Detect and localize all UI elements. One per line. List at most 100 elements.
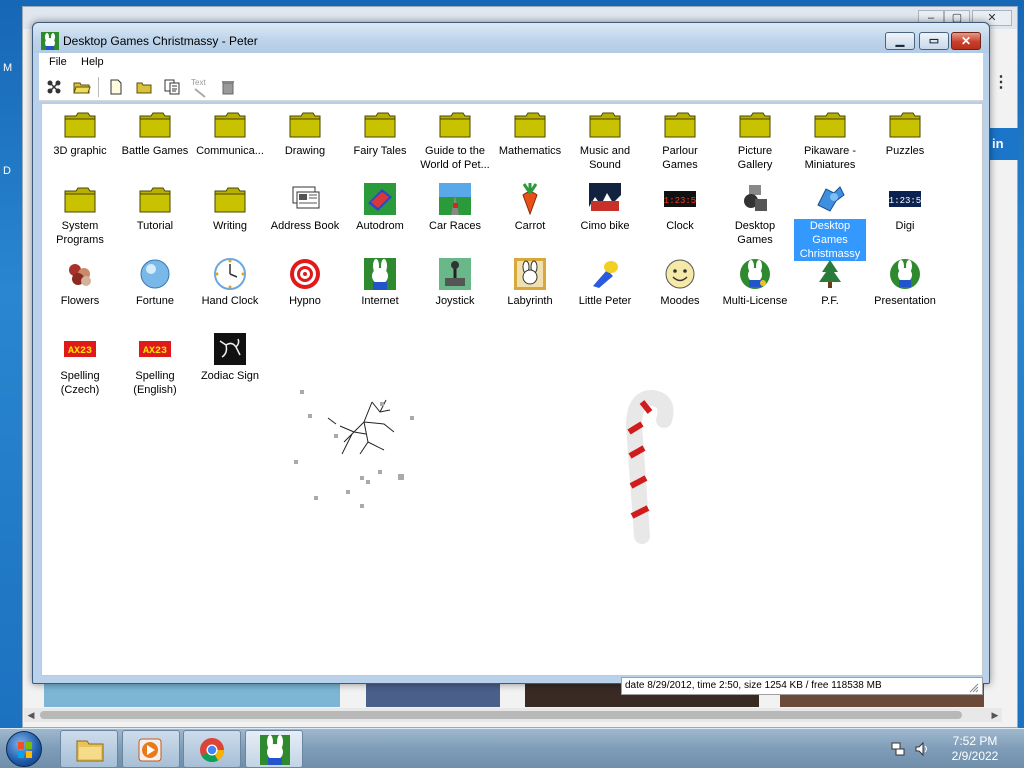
svg-text:11:23:51: 11:23:51 xyxy=(889,196,921,206)
taskbar-chrome[interactable] xyxy=(183,730,241,768)
icon-item-parlour-games[interactable]: Parlour Games xyxy=(644,108,716,172)
background-page-tab: in xyxy=(990,128,1018,160)
pf-tree-icon xyxy=(814,258,846,290)
folder-icon xyxy=(214,183,246,215)
media-player-icon xyxy=(138,738,162,762)
icon-item-fortune[interactable]: Fortune xyxy=(119,258,191,308)
icon-item-3d-graphic[interactable]: 3D graphic xyxy=(44,108,116,158)
icon-item-digi[interactable]: 11:23:51 Digi xyxy=(869,183,941,233)
flowers-icon xyxy=(64,258,96,290)
icon-label: Hypno xyxy=(289,295,321,307)
svg-text:11:23:51: 11:23:51 xyxy=(664,196,696,206)
trash-icon[interactable] xyxy=(219,78,237,96)
icon-label: System Programs xyxy=(56,220,104,246)
icon-item-desktop-games[interactable]: Desktop Games xyxy=(719,183,791,247)
icon-view[interactable]: 3D graphic Battle Games Communica... Drawin… xyxy=(41,103,983,676)
menu-bar: File Help xyxy=(39,53,983,73)
icon-item-puzzles[interactable]: Puzzles xyxy=(869,108,941,158)
icon-label: Spelling (Czech) xyxy=(60,370,100,396)
icon-item-drawing[interactable]: Drawing xyxy=(269,108,341,158)
folder-icon xyxy=(664,108,696,140)
icon-item-autodrom[interactable]: Autodrom xyxy=(344,183,416,233)
icon-item-little-peter[interactable]: Little Peter xyxy=(569,258,641,308)
scroll-left-icon[interactable]: ◀ xyxy=(24,708,38,722)
close-button[interactable]: ✕ xyxy=(951,32,981,50)
folder-icon xyxy=(889,108,921,140)
icon-item-picture-gallery[interactable]: Picture Gallery xyxy=(719,108,791,172)
sparkle-animation xyxy=(294,390,414,508)
volume-icon[interactable] xyxy=(914,741,930,757)
icon-item-spelling-english[interactable]: AX23 Spelling (English) xyxy=(119,333,191,397)
icon-label: Spelling (English) xyxy=(133,370,177,396)
icon-label: Desktop Games Christmassy xyxy=(794,219,866,261)
icon-item-pikaware-miniatures[interactable]: Pikaware - Miniatures xyxy=(794,108,866,172)
icon-label: Internet xyxy=(361,295,399,307)
icon-item-labyrinth[interactable]: Labyrinth xyxy=(494,258,566,308)
icon-item-communica[interactable]: Communica... xyxy=(194,108,266,158)
icon-item-music-and-sound[interactable]: Music and Sound xyxy=(569,108,641,172)
toolbar-separator xyxy=(98,77,99,97)
taskbar-desktop-games-christmassy[interactable] xyxy=(245,730,303,768)
icon-label: Fortune xyxy=(136,295,174,307)
scrollbar-thumb[interactable] xyxy=(40,711,962,719)
icon-item-clock[interactable]: 11:23:51 Clock xyxy=(644,183,716,233)
folder-icon xyxy=(289,108,321,140)
icon-item-desktop-games-christmassy[interactable]: Desktop Games Christmassy xyxy=(794,183,866,261)
scroll-right-icon[interactable]: ▶ xyxy=(988,708,1002,722)
network-icon[interactable] xyxy=(890,741,906,757)
icon-label: Presentation xyxy=(874,295,936,307)
new-file-icon[interactable] xyxy=(107,78,125,96)
properties-tool-icon[interactable] xyxy=(45,78,63,96)
maximize-button[interactable]: ▭ xyxy=(919,32,949,50)
menu-file[interactable]: File xyxy=(49,56,67,68)
icon-item-system-programs[interactable]: System Programs xyxy=(44,183,116,247)
icon-item-multi-license[interactable]: Multi-License xyxy=(719,258,791,308)
folder-icon xyxy=(589,108,621,140)
folder-icon xyxy=(139,108,171,140)
icon-item-fairy-tales[interactable]: Fairy Tales xyxy=(344,108,416,158)
icon-item-flowers[interactable]: Flowers xyxy=(44,258,116,308)
icon-item-moodes[interactable]: Moodes xyxy=(644,258,716,308)
icon-item-carrot[interactable]: Carrot xyxy=(494,183,566,233)
folder-icon xyxy=(439,108,471,140)
icon-item-address-book[interactable]: Address Book xyxy=(269,183,341,233)
icon-item-zodiac-sign[interactable]: Zodiac Sign xyxy=(194,333,266,383)
resize-grip-icon[interactable] xyxy=(969,683,979,693)
close-icon: ✕ xyxy=(960,34,972,48)
clock[interactable]: 7:52 PM 2/9/2022 xyxy=(940,734,1010,764)
icon-item-guide-to-the-world-of-pet[interactable]: Guide to the World of Pet... xyxy=(419,108,491,172)
icon-item-cimo-bike[interactable]: Cimo bike xyxy=(569,183,641,233)
icon-item-internet[interactable]: Internet xyxy=(344,258,416,308)
taskbar-media-player[interactable] xyxy=(122,730,180,768)
digi-icon: 11:23:51 xyxy=(883,183,927,215)
icon-item-presentation[interactable]: Presentation xyxy=(869,258,941,308)
browser-menu-icon[interactable]: ⋮ xyxy=(993,72,1009,92)
menu-help[interactable]: Help xyxy=(81,56,104,68)
car-races-icon xyxy=(439,183,471,215)
taskbar-file-explorer[interactable] xyxy=(60,730,118,768)
icon-label: Multi-License xyxy=(722,295,788,307)
icon-item-joystick[interactable]: Joystick xyxy=(419,258,491,308)
new-folder-icon[interactable] xyxy=(135,78,153,96)
candy-cane-decoration xyxy=(625,389,674,544)
icon-label: Picture Gallery xyxy=(737,145,773,171)
desktop-games-icon xyxy=(739,183,771,215)
open-folder-icon[interactable] xyxy=(73,78,91,96)
folder-icon xyxy=(814,108,846,140)
start-button[interactable] xyxy=(6,731,42,767)
icon-item-car-races[interactable]: Car Races xyxy=(419,183,491,233)
icon-item-tutorial[interactable]: Tutorial xyxy=(119,183,191,233)
icon-item-p-f[interactable]: P.F. xyxy=(794,258,866,308)
minimize-button[interactable]: ▁ xyxy=(885,32,915,50)
title-bar[interactable]: Desktop Games Christmassy - Peter ▁ ▭ ✕ xyxy=(33,23,989,53)
background-horizontal-scrollbar[interactable]: ◀ ▶ xyxy=(24,708,1002,722)
icon-item-writing[interactable]: Writing xyxy=(194,183,266,233)
icon-item-mathematics[interactable]: Mathematics xyxy=(494,108,566,158)
copy-icon[interactable] xyxy=(163,78,181,96)
icon-item-battle-games[interactable]: Battle Games xyxy=(119,108,191,158)
icon-item-hypno[interactable]: Hypno xyxy=(269,258,341,308)
icon-item-hand-clock[interactable]: Hand Clock xyxy=(194,258,266,308)
rename-tool-icon[interactable]: Text xyxy=(191,78,209,98)
labyrinth-icon xyxy=(514,258,546,290)
icon-item-spelling-czech[interactable]: AX23 Spelling (Czech) xyxy=(44,333,116,397)
